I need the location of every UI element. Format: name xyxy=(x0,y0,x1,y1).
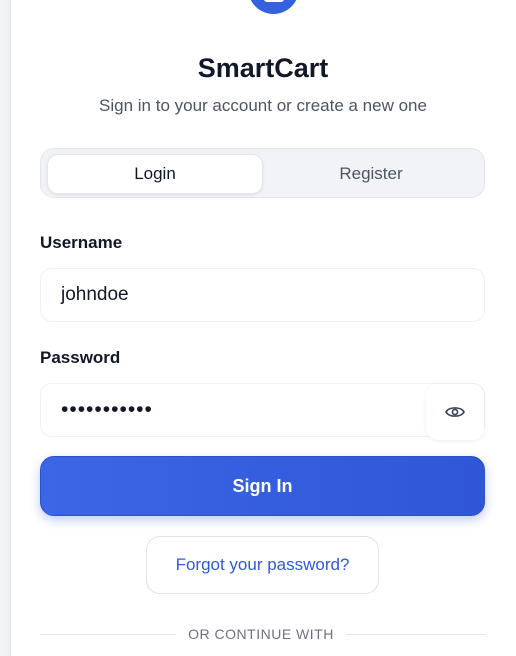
app-subtitle: Sign in to your account or create a new … xyxy=(99,96,427,115)
divider-label: OR CONTINUE WITH xyxy=(188,626,334,642)
username-value: johndoe xyxy=(61,284,129,305)
tab-register[interactable]: Register xyxy=(263,154,479,194)
divider-line-left xyxy=(40,634,176,635)
eye-icon xyxy=(445,407,465,417)
auth-tabs: Login Register xyxy=(40,148,485,198)
forgot-password-link[interactable]: Forgot your password? xyxy=(146,536,379,594)
divider-line-right xyxy=(346,634,485,635)
username-label: Username xyxy=(40,233,123,252)
password-field[interactable]: ••••••••••• xyxy=(40,383,485,440)
sign-in-button[interactable]: Sign In xyxy=(40,456,485,516)
username-field[interactable]: johndoe xyxy=(40,268,485,322)
logo-badge xyxy=(248,0,299,14)
password-value: ••••••••••• xyxy=(61,398,153,421)
password-label: Password xyxy=(40,348,121,367)
receipt-icon xyxy=(263,0,284,2)
toggle-password-button[interactable] xyxy=(426,384,484,440)
app-title: SmartCart xyxy=(197,53,329,83)
tab-login[interactable]: Login xyxy=(47,154,263,194)
